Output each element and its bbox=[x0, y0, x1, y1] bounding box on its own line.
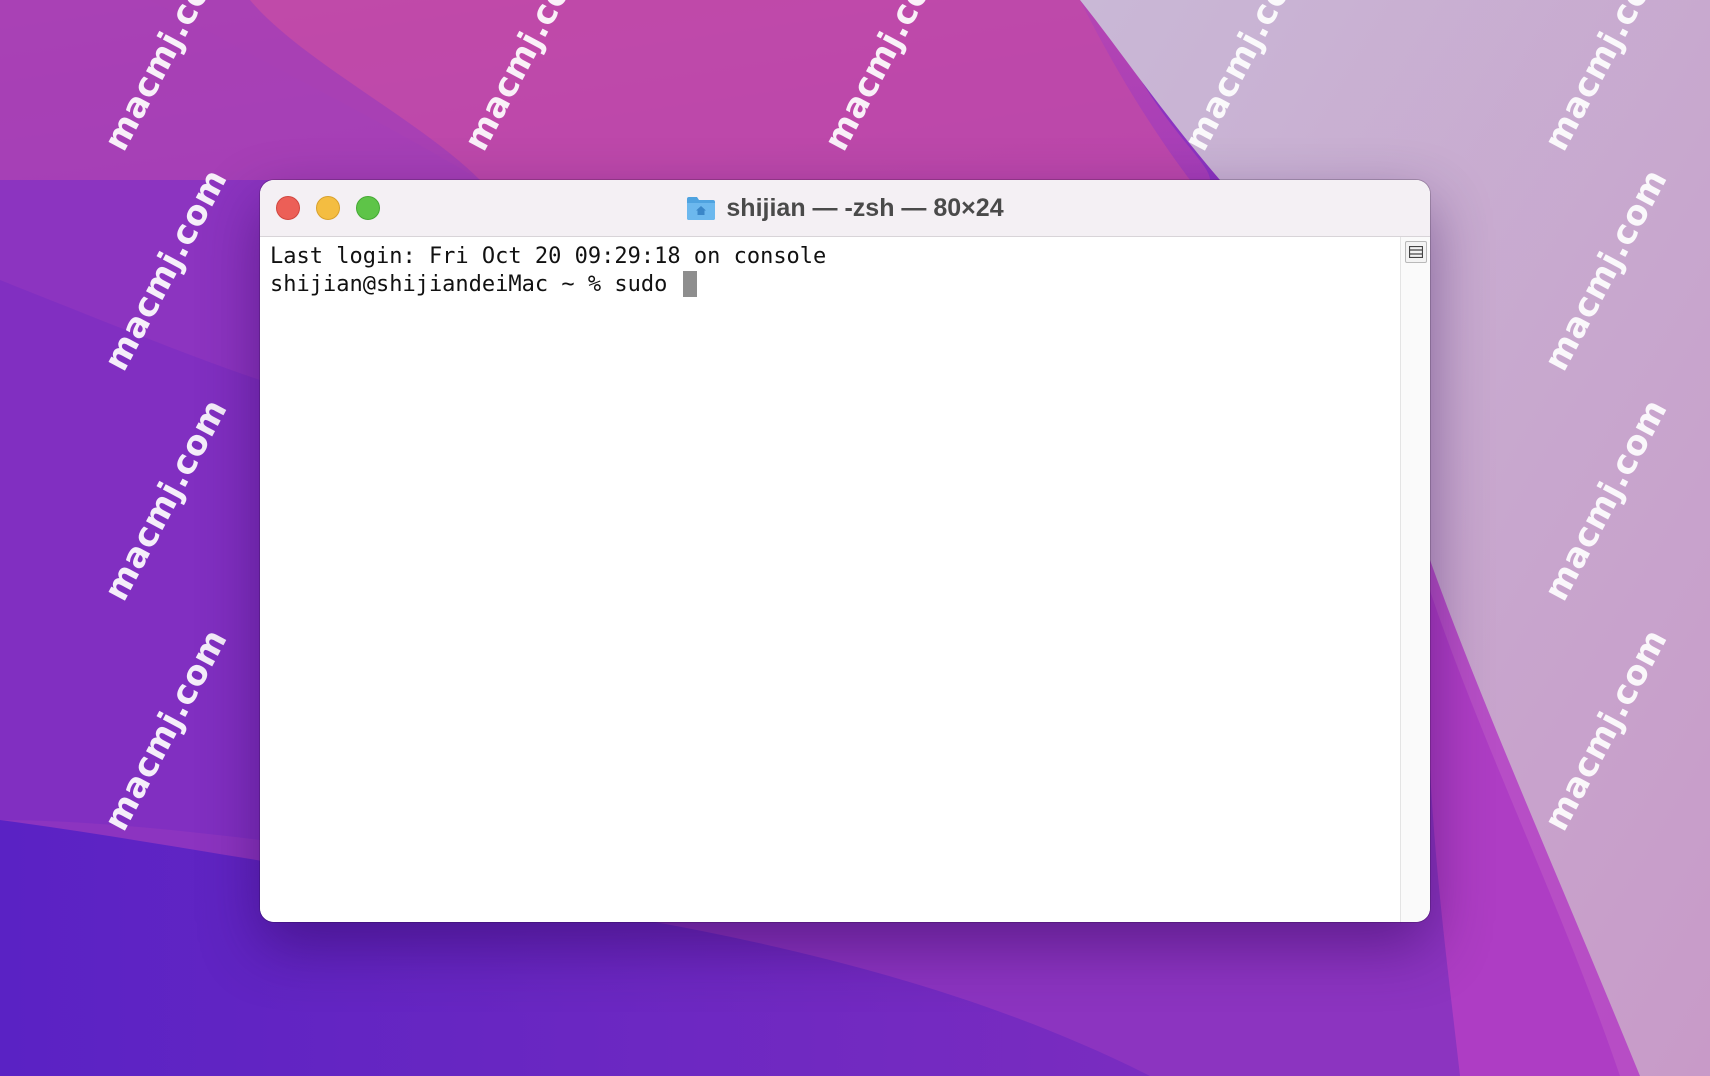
split-pane-icon bbox=[1409, 246, 1423, 258]
close-button[interactable] bbox=[276, 196, 300, 220]
minimize-button[interactable] bbox=[316, 196, 340, 220]
scroll-gutter[interactable] bbox=[1400, 237, 1430, 922]
desktop: macmj.com macmj.com macmj.com macmj.com … bbox=[0, 0, 1710, 1076]
split-pane-button[interactable] bbox=[1405, 241, 1427, 263]
terminal-line: Last login: Fri Oct 20 09:29:18 on conso… bbox=[270, 244, 827, 269]
terminal-prompt: shijian@shijiandeiMac ~ % sudo bbox=[270, 272, 681, 297]
text-cursor bbox=[682, 271, 697, 297]
zoom-button[interactable] bbox=[356, 196, 380, 220]
window-title-group: shijian — -zsh — 80×24 bbox=[260, 180, 1430, 236]
title-bar[interactable]: shijian — -zsh — 80×24 bbox=[260, 180, 1430, 237]
terminal-output[interactable]: Last login: Fri Oct 20 09:29:18 on conso… bbox=[260, 237, 1400, 922]
terminal-window[interactable]: shijian — -zsh — 80×24 Last login: Fri O… bbox=[260, 180, 1430, 922]
terminal-prompt-line: shijian@shijiandeiMac ~ % sudo bbox=[270, 271, 1390, 299]
home-folder-icon bbox=[686, 195, 716, 221]
window-title: shijian — -zsh — 80×24 bbox=[726, 193, 1004, 222]
